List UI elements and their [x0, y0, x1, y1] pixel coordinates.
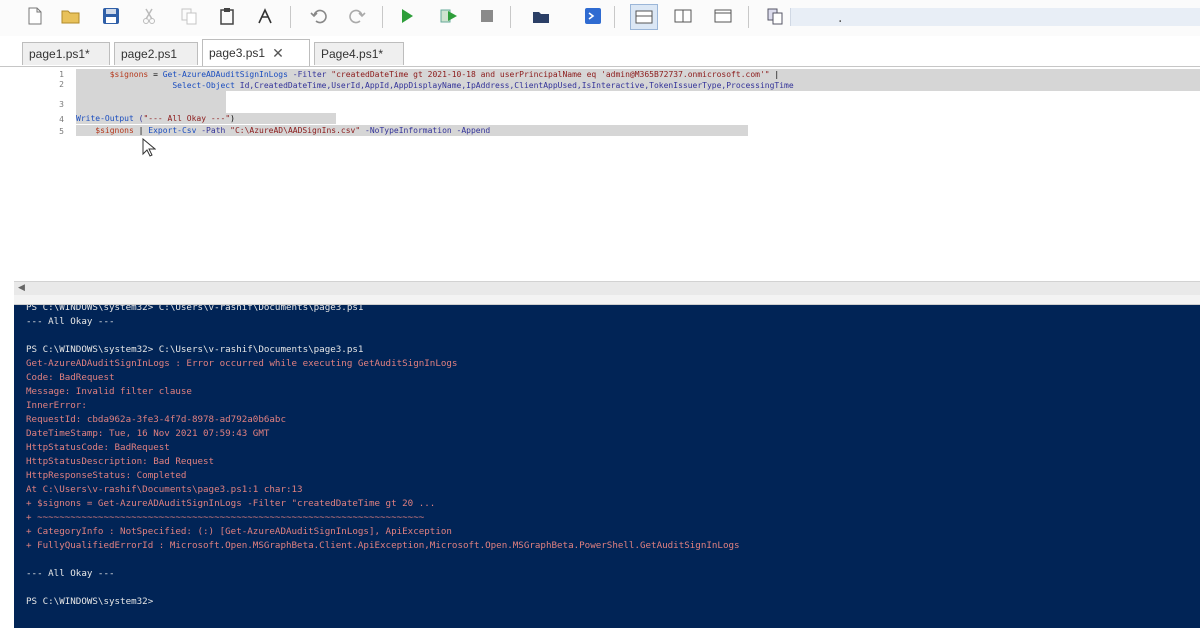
new-file-icon[interactable] — [22, 4, 48, 28]
console-line: RequestId: cbda962a-3fe3-4f7d-8978-ad792… — [26, 414, 286, 425]
scroll-left-icon[interactable]: ◀ — [18, 283, 25, 293]
console-pane[interactable]: PS C:\WINDOWS\system32> C:\Users\v-rashi… — [14, 305, 1200, 628]
console-line: PS C:\WINDOWS\system32> — [26, 596, 154, 607]
layout-script-right-icon[interactable] — [670, 4, 696, 28]
clear-icon[interactable] — [252, 4, 278, 28]
cut-icon[interactable] — [136, 4, 162, 28]
console-line: HttpStatusDescription: Bad Request — [26, 456, 215, 467]
code-line: Write-Output ("--- All Okay ---") — [76, 113, 336, 124]
open-folder-icon[interactable] — [58, 4, 84, 28]
stop-icon[interactable] — [474, 4, 500, 28]
script-tab-bar: page1.ps1* page2.ps1 page3.ps1 ✕ Page4.ps… — [0, 36, 1200, 67]
script-editor[interactable]: 1 2 3 4 5 $signons = Get-AzureADAuditSig… — [14, 67, 1200, 280]
start-powershell-icon[interactable] — [580, 4, 606, 28]
toolbar-overflow — [790, 8, 1200, 26]
code-token: $signons — [95, 126, 134, 135]
line-number-gutter: 1 2 3 4 5 — [14, 67, 64, 280]
toolbar-status-dot: . — [838, 10, 843, 26]
console-line: HttpResponseStatus: Completed — [26, 470, 187, 481]
code-token: ( — [133, 114, 144, 123]
tab-page3[interactable]: page3.ps1 ✕ — [202, 39, 310, 66]
paste-icon[interactable] — [214, 4, 240, 28]
console-line: HttpStatusCode: BadRequest — [26, 442, 170, 453]
code-token: Write-Output — [76, 114, 134, 123]
code-token: Id,CreatedDateTime,UserId,AppId,AppDispl… — [234, 81, 794, 90]
line-number: 1 — [59, 70, 64, 79]
console-line: Get-AzureADAuditSignInLogs : Error occur… — [26, 358, 458, 369]
console-line: + $signons = Get-AzureADAuditSignInLogs … — [26, 498, 436, 509]
tab-page2[interactable]: page2.ps1 — [114, 42, 198, 65]
code-token: -Path — [196, 126, 231, 135]
line-number: 2 — [59, 80, 64, 89]
code-token: -NoTypeInformation -Append — [360, 126, 491, 135]
code-token: Get-AzureADAuditSignInLogs — [162, 70, 288, 79]
code-token: | — [769, 70, 780, 79]
code-area[interactable]: $signons = Get-AzureADAuditSignInLogs -F… — [76, 67, 1200, 280]
code-line: $signons | Export-Csv -Path "C:\AzureAD\… — [76, 125, 748, 136]
console-line: Message: Invalid filter clause — [26, 386, 192, 397]
code-token: = — [148, 70, 163, 79]
layout-script-top-icon[interactable] — [630, 4, 658, 30]
copy-icon[interactable] — [176, 4, 202, 28]
code-token: "createdDateTime gt 2021-10-18 and userP… — [331, 70, 770, 79]
code-token: | — [133, 126, 149, 135]
code-line: Select-Object Id,CreatedDateTime,UserId,… — [76, 80, 1200, 91]
console-line: + FullyQualifiedErrorId : Microsoft.Open… — [26, 540, 740, 551]
code-token: Select-Object — [172, 81, 235, 90]
mouse-cursor-icon — [142, 137, 157, 162]
tab-label: page3.ps1 — [209, 46, 266, 60]
tab-page1[interactable]: page1.ps1* — [22, 42, 110, 65]
remote-tab-icon[interactable] — [528, 4, 554, 28]
code-token: Export-Csv — [148, 126, 197, 135]
console-line: + CategoryInfo : NotSpecified: (:) [Get-… — [26, 526, 452, 537]
run-selection-icon[interactable] — [436, 4, 462, 28]
console-line: PS C:\WINDOWS\system32> C:\Users\v-rashi… — [26, 305, 364, 313]
code-token: ) — [230, 114, 235, 123]
undo-icon[interactable] — [306, 4, 332, 28]
code-line — [76, 102, 226, 113]
console-line: --- All Okay --- — [26, 568, 115, 579]
console-line: InnerError: — [26, 400, 87, 411]
console-line: --- All Okay --- — [26, 316, 115, 327]
code-token: "--- All Okay ---" — [143, 114, 231, 123]
close-tab-icon[interactable]: ✕ — [272, 45, 284, 62]
console-line: Code: BadRequest — [26, 372, 115, 383]
code-token: -Filter — [287, 70, 332, 79]
toolbar: . — [0, 0, 1200, 36]
redo-icon[interactable] — [344, 4, 370, 28]
layout-script-max-icon[interactable] — [710, 4, 736, 28]
code-line: $signons = Get-AzureADAuditSignInLogs -F… — [76, 69, 1200, 80]
left-margin — [0, 36, 14, 628]
code-line — [76, 91, 226, 102]
line-number: 5 — [59, 127, 64, 136]
line-number: 4 — [59, 115, 64, 124]
console-line: At C:\Users\v-rashif\Documents\page3.ps1… — [26, 484, 303, 495]
line-number: 3 — [59, 100, 64, 109]
code-token: "C:\AzureAD\AADSignIns.csv" — [230, 126, 361, 135]
tab-label: Page4.ps1* — [321, 47, 384, 61]
run-icon[interactable] — [394, 4, 420, 28]
code-token: $signons — [109, 70, 149, 79]
tab-label: page2.ps1 — [121, 47, 178, 61]
show-commands-icon[interactable] — [762, 4, 788, 28]
save-icon[interactable] — [98, 4, 124, 28]
tab-label: page1.ps1* — [29, 47, 90, 61]
console-line: DateTimeStamp: Tue, 16 Nov 2021 07:59:43… — [26, 428, 270, 439]
editor-horizontal-scrollbar[interactable]: ◀ — [14, 281, 1200, 296]
console-line: + ~~~~~~~~~~~~~~~~~~~~~~~~~~~~~~~~~~~~~~… — [26, 512, 425, 523]
console-line: PS C:\WINDOWS\system32> C:\Users\v-rashi… — [26, 344, 364, 355]
pane-splitter[interactable] — [14, 295, 1200, 305]
tab-page4[interactable]: Page4.ps1* — [314, 42, 404, 65]
